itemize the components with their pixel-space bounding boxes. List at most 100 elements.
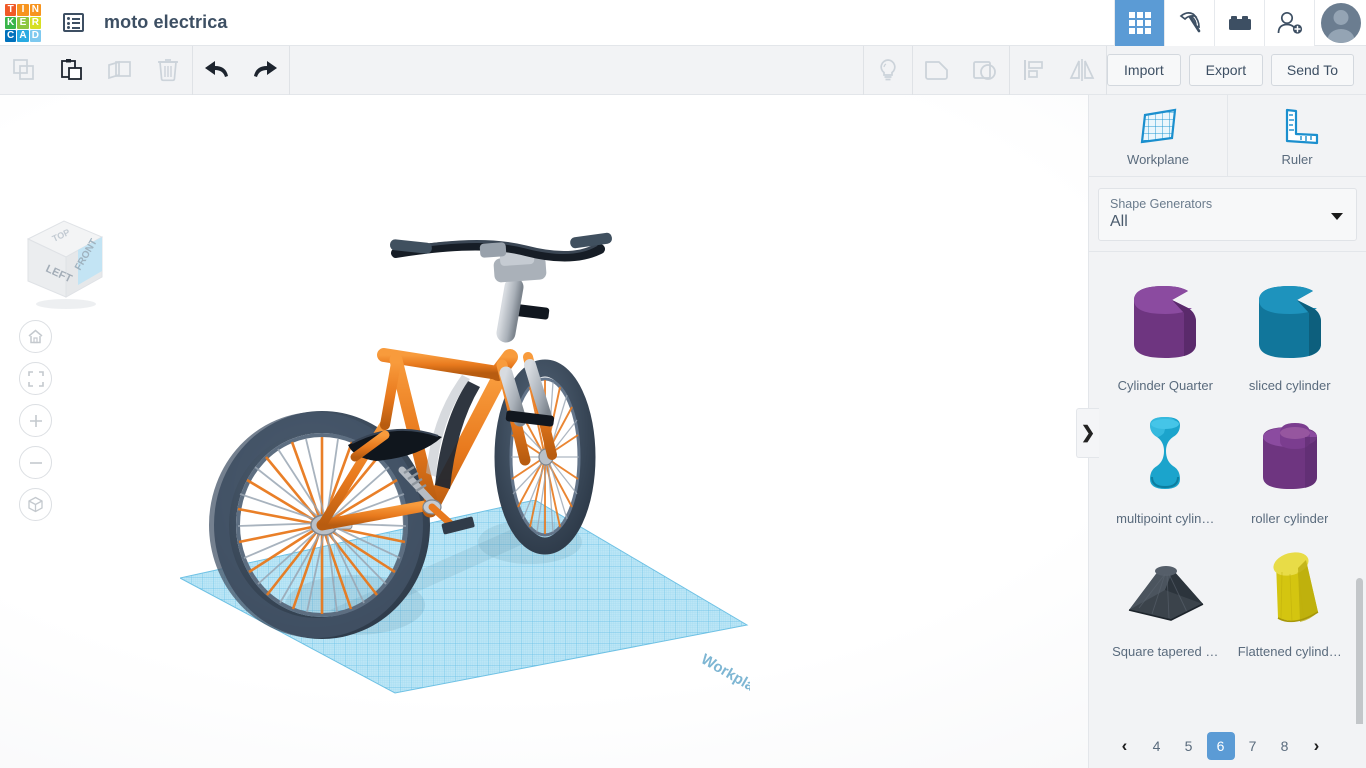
shape-item-cylinder-quarter[interactable]: Cylinder Quarter: [1103, 274, 1228, 393]
handlebar: [389, 232, 612, 262]
shape-label: Cylinder Quarter: [1117, 378, 1213, 393]
shapes-grid: Cylinder Quarter sliced cylinder multipo…: [1089, 252, 1366, 659]
ruler-icon: [1285, 108, 1319, 144]
tinkercad-app: TINKERCAD moto electrica Import Export S…: [0, 0, 1366, 768]
viewport-nav-controls: [19, 320, 52, 530]
fit-to-view-button[interactable]: [19, 362, 52, 395]
minus-icon: [29, 461, 42, 464]
page-title: moto electrica: [104, 12, 228, 32]
plus-icon: [29, 414, 42, 427]
edit-toolbar: Import Export Send To: [0, 45, 1366, 95]
minecraft-pickaxe-icon[interactable]: [1164, 0, 1214, 46]
view-cube[interactable]: LEFT FRONT TOP: [14, 209, 110, 311]
send-to-button[interactable]: Send To: [1270, 54, 1354, 86]
list-menu-icon: [62, 13, 84, 32]
shape-item-sliced-cylinder[interactable]: sliced cylinder: [1228, 274, 1353, 393]
shape-generators-section: Shape Generators All: [1089, 177, 1366, 252]
zoom-in-button[interactable]: [19, 404, 52, 437]
shape-item-square-tapered[interactable]: Square tapered …: [1103, 540, 1228, 659]
logo-tile-a: A: [17, 29, 29, 42]
panel-tools: Workplane Ruler: [1089, 95, 1366, 177]
view-tools: [864, 46, 912, 95]
clipboard-tools: [0, 46, 192, 95]
flattened-cylinder-cone-icon: [1244, 540, 1336, 640]
workplane-grid-icon: [1140, 108, 1177, 143]
top-bar: TINKERCAD moto electrica: [0, 0, 1366, 46]
shape-item-roller-cylinder[interactable]: roller cylinder: [1228, 407, 1353, 526]
pagination-page-6[interactable]: 6: [1206, 732, 1235, 760]
logo-tile-d: D: [29, 29, 41, 42]
user-avatar[interactable]: [1314, 0, 1366, 46]
zoom-out-button[interactable]: [19, 446, 52, 479]
delete-button[interactable]: [144, 46, 192, 95]
3d-viewport[interactable]: Workplane LEFT FRONT TOP: [0, 95, 1088, 768]
shape-label: multipoint cylin…: [1116, 511, 1215, 526]
logo-tile-c: C: [5, 29, 17, 42]
shape-item-multipoint-cylinder[interactable]: multipoint cylin…: [1103, 407, 1228, 526]
group-button[interactable]: [913, 46, 961, 95]
undo-button[interactable]: [193, 46, 241, 95]
collapse-panel-button[interactable]: ❯: [1076, 408, 1099, 458]
cylinder-quarter-icon: [1122, 274, 1208, 374]
ruler-tool[interactable]: Ruler: [1227, 95, 1366, 176]
align-tools: [1010, 46, 1106, 95]
shape-item-flattened-cylinder[interactable]: Flattened cylind…: [1228, 540, 1353, 659]
paste-button[interactable]: [48, 46, 96, 95]
top-bar-actions: [1114, 0, 1366, 46]
perspective-toggle-button[interactable]: [19, 488, 52, 521]
shape-generators-select[interactable]: Shape Generators All: [1098, 188, 1357, 241]
pagination-page-7[interactable]: 7: [1239, 732, 1267, 760]
shapes-panel: Workplane Ruler Shape Generators All Cyl…: [1088, 95, 1366, 768]
shapes-list[interactable]: Cylinder Quarter sliced cylinder multipo…: [1089, 252, 1366, 724]
workplane-tool[interactable]: Workplane: [1089, 95, 1227, 176]
logo-tile-r: R: [29, 16, 41, 29]
logo-tile-e: E: [17, 16, 29, 29]
grouping-tools: [913, 46, 1009, 95]
shape-label: Flattened cylind…: [1237, 644, 1342, 659]
workplane-label: Workplane: [698, 651, 750, 695]
duplicate-button[interactable]: [96, 46, 144, 95]
chevron-down-icon: [1331, 212, 1343, 220]
roller-cylinder-icon: [1247, 407, 1333, 507]
shape-generators-value: All: [1110, 213, 1128, 230]
logo-tile-n: N: [29, 3, 41, 16]
shape-label: roller cylinder: [1251, 511, 1329, 526]
fit-view-icon: [27, 370, 44, 387]
add-person-icon[interactable]: [1264, 0, 1314, 46]
pagination-page-8[interactable]: 8: [1271, 732, 1299, 760]
pagination-page-5[interactable]: 5: [1175, 732, 1203, 760]
logo-tile-k: K: [5, 16, 17, 29]
shapes-scrollbar[interactable]: [1356, 578, 1363, 724]
workplane-tool-label: Workplane: [1127, 151, 1189, 167]
pagination-page-4[interactable]: 4: [1143, 732, 1171, 760]
square-tapered-pyramid-icon: [1119, 540, 1211, 640]
logo-tile-t: T: [5, 3, 17, 16]
redo-button[interactable]: [241, 46, 289, 95]
home-icon: [28, 329, 43, 344]
align-button[interactable]: [1010, 46, 1058, 95]
home-view-button[interactable]: [19, 320, 52, 353]
toolbar-divider: [289, 45, 290, 95]
export-button[interactable]: Export: [1188, 54, 1263, 86]
shapes-pagination: ‹ 4 5 6 7 8 ›: [1089, 724, 1366, 768]
pagination-next[interactable]: ›: [1303, 732, 1331, 760]
lego-brick-icon[interactable]: [1214, 0, 1264, 46]
project-menu-button[interactable]: [54, 0, 92, 46]
pagination-prev[interactable]: ‹: [1111, 732, 1139, 760]
history-tools: [193, 46, 289, 95]
electric-bicycle-3d-model[interactable]: [180, 205, 640, 675]
hide-light-button[interactable]: [864, 46, 912, 95]
shape-label: Square tapered …: [1112, 644, 1219, 659]
file-actions: Import Export Send To: [1106, 54, 1366, 86]
sliced-cylinder-icon: [1247, 274, 1333, 374]
grid-apps-icon[interactable]: [1114, 0, 1164, 46]
shape-generators-caption: Shape Generators: [1110, 197, 1213, 211]
shape-label: sliced cylinder: [1248, 378, 1331, 393]
import-button[interactable]: Import: [1106, 54, 1181, 86]
tinkercad-logo[interactable]: TINKERCAD: [0, 0, 46, 46]
mirror-button[interactable]: [1058, 46, 1106, 95]
copy-button[interactable]: [0, 46, 48, 95]
cube-perspective-icon: [28, 496, 43, 513]
multipoint-cylinder-icon: [1122, 407, 1208, 507]
ungroup-button[interactable]: [961, 46, 1009, 95]
